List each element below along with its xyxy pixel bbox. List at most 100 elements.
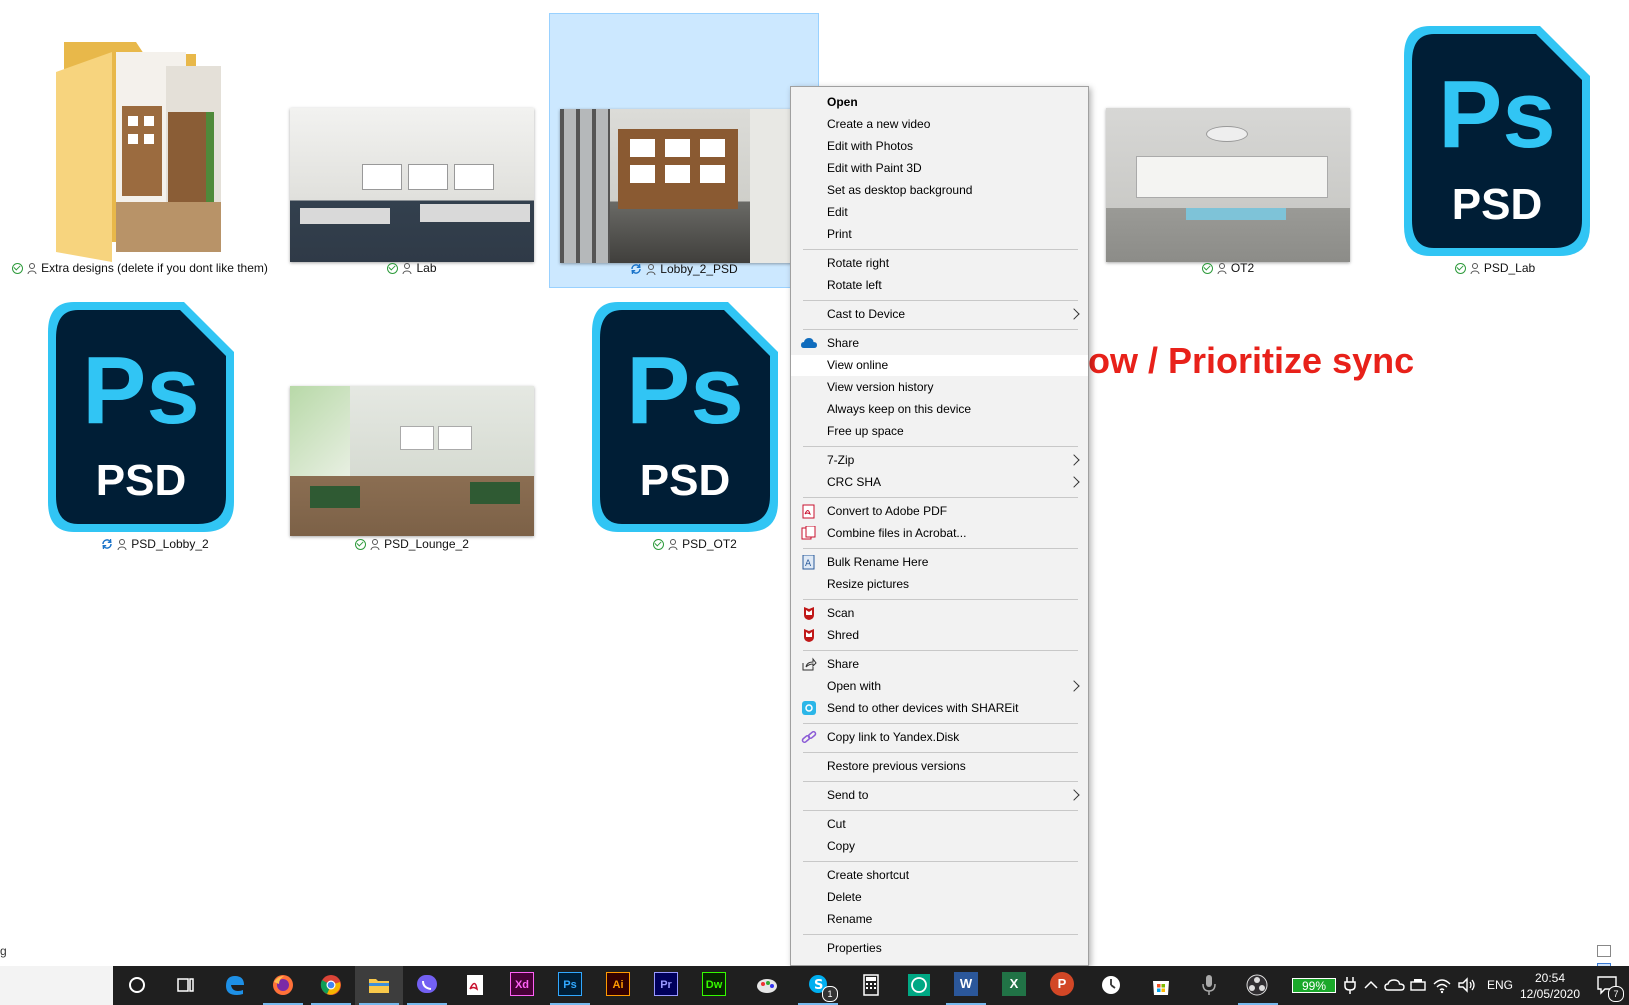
bulk-rename-icon: A <box>802 555 815 570</box>
menu-item-7zip[interactable]: 7-Zip <box>791 450 1088 471</box>
file-label: Lab <box>282 261 542 275</box>
file-label: OT2 <box>1098 261 1358 275</box>
taskbar-search-box[interactable] <box>0 966 113 1005</box>
microsoft-excel-icon[interactable]: X <box>1002 972 1026 996</box>
menu-item-view-online[interactable]: View online <box>791 355 1088 376</box>
menu-item-crc-sha[interactable]: CRC SHA <box>791 472 1088 493</box>
mcafee-shield-icon <box>804 629 814 642</box>
ps-text: Ps <box>82 337 200 444</box>
firefox-icon[interactable] <box>270 972 296 998</box>
file-item-psd-ot2[interactable]: Ps PSD PSD_OT2 <box>570 296 820 564</box>
file-label: Extra designs (delete if you dont like t… <box>6 261 274 275</box>
menu-item-send-with-shareit[interactable]: Send to other devices with SHAREit <box>791 698 1088 719</box>
shared-person-icon <box>1217 262 1227 274</box>
menu-item-edit[interactable]: Edit <box>791 202 1088 223</box>
file-label: PSD_Lab <box>1370 261 1620 275</box>
menu-item-create-shortcut[interactable]: Create shortcut <box>791 865 1088 886</box>
chrome-icon[interactable] <box>318 972 344 998</box>
menu-item-cast-to-device[interactable]: Cast to Device <box>791 304 1088 325</box>
file-item-psd-lobby-2[interactable]: Ps PSD PSD_Lobby_2 <box>30 296 280 564</box>
menu-item-print[interactable]: Print <box>791 224 1088 245</box>
menu-item-scan[interactable]: Scan <box>791 603 1088 624</box>
mcafee-shield-icon <box>804 607 814 620</box>
menu-item-rename[interactable]: Rename <box>791 909 1088 930</box>
shared-person-icon <box>1470 262 1480 274</box>
menu-separator <box>803 934 1078 935</box>
shareit-icon <box>802 701 816 715</box>
file-explorer-icon[interactable] <box>366 972 392 998</box>
paint-palette-icon[interactable] <box>754 972 780 998</box>
menu-item-delete[interactable]: Delete <box>791 887 1088 908</box>
usb-drive-icon[interactable] <box>1408 974 1428 996</box>
menu-item-combine-files-acrobat[interactable]: Combine files in Acrobat... <box>791 523 1088 544</box>
share-icon <box>802 657 817 671</box>
menu-item-rotate-right[interactable]: Rotate right <box>791 253 1088 274</box>
menu-item-always-keep-on-device[interactable]: Always keep on this device <box>791 399 1088 420</box>
menu-separator <box>803 548 1078 549</box>
volume-icon[interactable] <box>1456 974 1478 996</box>
menu-separator <box>803 861 1078 862</box>
adobe-premiere-icon[interactable]: Pr <box>654 972 678 996</box>
menu-item-free-up-space[interactable]: Free up space <box>791 421 1088 442</box>
microsoft-store-icon[interactable] <box>1148 972 1174 998</box>
onedrive-tray-icon[interactable] <box>1384 974 1406 996</box>
menu-item-edit-with-paint-3d[interactable]: Edit with Paint 3D <box>791 158 1088 179</box>
menu-item-shred[interactable]: Shred <box>791 625 1088 646</box>
menu-item-resize-pictures[interactable]: Resize pictures <box>791 574 1088 595</box>
clock-date: 12/05/2020 <box>1519 987 1581 1001</box>
cortana-circle-icon[interactable] <box>124 972 150 998</box>
input-language[interactable]: ENG <box>1487 978 1513 992</box>
menu-item-share[interactable]: Share <box>791 654 1088 675</box>
task-view-icon[interactable] <box>172 972 198 998</box>
acrobat-reader-icon[interactable] <box>462 972 488 998</box>
synced-check-icon <box>1454 262 1466 274</box>
menu-item-open[interactable]: Open <box>791 92 1088 113</box>
file-item-lab[interactable]: Lab <box>282 28 542 288</box>
menu-item-view-version-history[interactable]: View version history <box>791 377 1088 398</box>
adobe-illustrator-icon[interactable]: Ai <box>606 972 630 996</box>
battery-percentage[interactable]: 99% <box>1292 978 1336 993</box>
ps-text: Ps <box>626 337 744 444</box>
microphone-app-icon[interactable] <box>1196 972 1222 998</box>
lobby-thumbnail <box>560 109 808 263</box>
adobe-photoshop-icon[interactable]: Ps <box>558 972 582 996</box>
menu-item-rotate-left[interactable]: Rotate left <box>791 275 1088 296</box>
menu-item-edit-with-photos[interactable]: Edit with Photos <box>791 136 1088 157</box>
file-item-extra-designs-folder[interactable]: Extra designs (delete if you dont like t… <box>6 28 274 288</box>
menu-item-cut[interactable]: Cut <box>791 814 1088 835</box>
menu-separator <box>803 599 1078 600</box>
file-item-ot2[interactable]: OT2 <box>1098 28 1358 288</box>
file-item-lobby-2-psd[interactable]: Lobby_2_PSD <box>549 13 819 288</box>
obs-studio-icon[interactable] <box>1244 972 1270 998</box>
adobe-xd-icon[interactable]: Xd <box>510 972 534 996</box>
adobe-dreamweaver-icon[interactable]: Dw <box>702 972 726 996</box>
file-item-psd-lounge-2[interactable]: PSD_Lounge_2 <box>282 296 542 564</box>
menu-item-bulk-rename-here[interactable]: A Bulk Rename Here <box>791 552 1088 573</box>
file-label: Lobby_2_PSD <box>550 262 818 276</box>
menu-item-onedrive-share[interactable]: Share <box>791 333 1088 354</box>
wifi-icon[interactable] <box>1432 974 1452 996</box>
menu-item-send-to[interactable]: Send to <box>791 785 1088 806</box>
clock-app-icon[interactable] <box>1098 972 1124 998</box>
file-item-psd-lab[interactable]: Ps PSD PSD_Lab <box>1370 20 1620 288</box>
power-plug-icon[interactable] <box>1340 974 1360 996</box>
menu-item-properties[interactable]: Properties <box>791 938 1088 959</box>
chevron-up-icon[interactable] <box>1362 974 1380 996</box>
edge-browser-icon[interactable] <box>222 972 248 998</box>
menu-item-open-with[interactable]: Open with <box>791 676 1088 697</box>
details-view-icon[interactable] <box>1597 945 1611 957</box>
calculator-icon[interactable] <box>858 972 884 998</box>
menu-item-restore-previous-versions[interactable]: Restore previous versions <box>791 756 1088 777</box>
menu-item-convert-to-adobe-pdf[interactable]: Convert to Adobe PDF <box>791 501 1088 522</box>
menu-item-create-new-video[interactable]: Create a new video <box>791 114 1088 135</box>
menu-item-copy[interactable]: Copy <box>791 836 1088 857</box>
microsoft-word-icon[interactable]: W <box>954 972 978 996</box>
menu-separator <box>803 329 1078 330</box>
viber-icon[interactable] <box>414 972 440 998</box>
menu-item-copy-link-yandex-disk[interactable]: Copy link to Yandex.Disk <box>791 727 1088 748</box>
microsoft-powerpoint-icon[interactable]: P <box>1050 972 1074 996</box>
menu-item-set-desktop-background[interactable]: Set as desktop background <box>791 180 1088 201</box>
whatsapp-icon[interactable] <box>906 972 932 998</box>
menu-separator <box>803 497 1078 498</box>
system-clock[interactable]: 20:54 12/05/2020 <box>1515 970 1585 1002</box>
